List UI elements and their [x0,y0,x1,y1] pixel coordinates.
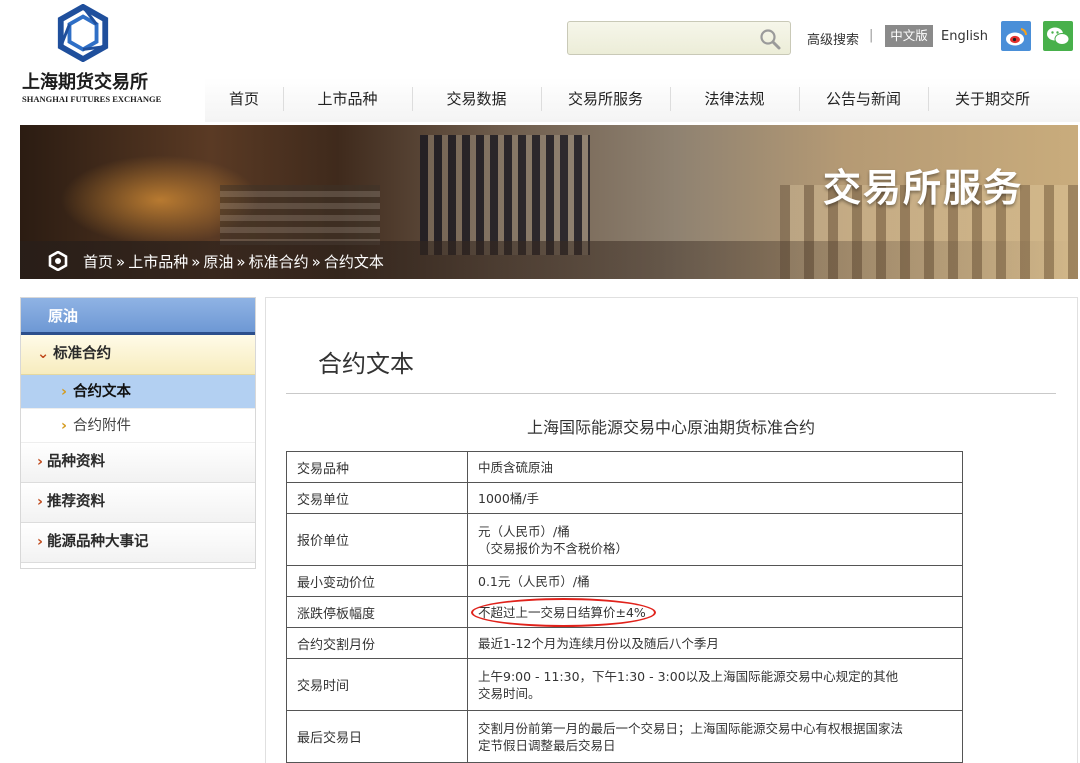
header-separator: | [869,28,874,43]
location-icon [48,251,68,271]
exchange-logo-icon [57,4,109,62]
table-value: 不超过上一交易日结算价±4% [467,596,963,628]
table-value: 最近1-12个月为连续月份以及随后八个季月 [467,627,963,659]
search-icon[interactable] [758,27,782,51]
breadcrumb-crude-oil[interactable]: 原油 [203,253,233,271]
highlight-circle-annotation: 不超过上一交易日结算价±4% [471,597,656,627]
sidebar-item-energy-events[interactable]: › 能源品种大事记 [21,523,255,563]
table-value: 1000桶/手 [467,482,963,514]
nav-exchange-services[interactable]: 交易所服务 [541,78,670,122]
weibo-icon[interactable] [1001,21,1031,51]
sidebar-group-standard-contract[interactable]: ⌄ 标准合约 [21,335,255,375]
nav-listed-products[interactable]: 上市品种 [283,78,412,122]
table-key: 涨跌停板幅度 [286,596,468,628]
table-row: 最后交易日 交割月份前第一月的最后一个交易日；上海国际能源交易中心有权根据国家法… [286,710,963,763]
banner-image-staff [420,135,590,255]
table-row: 报价单位 元（人民币）/桶 （交易报价为不含税价格） [286,513,963,566]
language-english-link[interactable]: English [941,29,988,44]
sidebar-item-label: 能源品种大事记 [46,534,149,550]
table-value: 中质含硫原油 [467,451,963,483]
logo-english-name: SHANGHAI FUTURES EXCHANGE [22,94,162,104]
breadcrumb-listed-products[interactable]: 上市品种 [128,253,188,271]
wechat-icon[interactable] [1043,21,1073,51]
nav-announcements-news[interactable]: 公告与新闻 [799,78,928,122]
sidebar-group-label: 标准合约 [53,346,112,362]
sidebar-item-label: 合约附件 [72,418,131,434]
banner-title: 交易所服务 [823,166,1024,210]
sidebar-item-contract-text[interactable]: › 合约文本 [21,375,255,409]
breadcrumb-contract-text: 合约文本 [323,253,384,271]
nav-about-exchange[interactable]: 关于期交所 [928,78,1057,122]
site-logo[interactable]: 上海期货交易所 SHANGHAI FUTURES EXCHANGE [20,4,161,104]
search-box [567,21,791,55]
main-nav: 首页 上市品种 交易数据 交易所服务 法律法规 公告与新闻 关于期交所 [205,78,1080,122]
logo-chinese-name: 上海期货交易所 [22,72,148,93]
search-input[interactable] [576,28,746,48]
table-value: 元（人民币）/桶 （交易报价为不含税价格） [467,513,963,566]
table-row: 交易单位 1000桶/手 [286,482,963,514]
table-row: 最小变动价位 0.1元（人民币）/桶 [286,565,963,597]
breadcrumb: 首页» 上市品种» 原油» 标准合约» 合约文本 [20,241,1078,279]
nav-home[interactable]: 首页 [205,78,283,122]
chevron-right-icon: › [37,534,43,550]
main-content: 合约文本 上海国际能源交易中心原油期货标准合约 交易品种 中质含硫原油 交易单位… [265,297,1078,763]
table-row-price-limit: 涨跌停板幅度 不超过上一交易日结算价±4% [286,596,963,628]
site-header: 上海期货交易所 SHANGHAI FUTURES EXCHANGE 高级搜索 |… [0,0,1080,122]
chevron-right-icon: › [61,418,67,434]
table-key: 合约交割月份 [286,627,468,659]
table-key: 最小变动价位 [286,565,468,597]
nav-trading-data[interactable]: 交易数据 [412,78,541,122]
sidebar-item-label: 品种资料 [46,454,105,470]
table-key: 报价单位 [286,513,468,566]
table-key: 交易单位 [286,482,468,514]
table-key: 最后交易日 [286,710,468,763]
language-chinese-button[interactable]: 中文版 [885,25,933,47]
table-value: 交割月份前第一月的最后一个交易日；上海国际能源交易中心有权根据国家法 定节假日调… [467,710,963,763]
table-key: 交易品种 [286,451,468,483]
contract-spec-table: 交易品种 中质含硫原油 交易单位 1000桶/手 报价单位 元（人民币）/桶 （… [286,451,963,763]
chevron-down-icon: ⌄ [37,346,50,362]
advanced-search-link[interactable]: 高级搜索 [807,29,859,48]
sidebar-item-label: 推荐资料 [46,494,105,510]
sidebar-item-recommended[interactable]: › 推荐资料 [21,483,255,523]
page-title: 合约文本 [318,350,414,378]
chevron-right-icon: › [61,384,67,400]
table-row: 交易时间 上午9:00 - 11:30，下午1:30 - 3:00以及上海国际能… [286,658,963,711]
table-value: 上午9:00 - 11:30，下午1:30 - 3:00以及上海国际能源交易中心… [467,658,963,711]
chevron-right-icon: › [37,454,43,470]
sidebar-item-contract-annex[interactable]: › 合约附件 [21,409,255,443]
sidebar: 原油 ⌄ 标准合约 › 合约文本 › 合约附件 › 品种资料 › 推荐资料 › 能源品种大事… [20,297,256,569]
title-divider [286,393,1056,394]
sidebar-item-product-info[interactable]: › 品种资料 [21,443,255,483]
table-key: 交易时间 [286,658,468,711]
table-row: 交易品种 中质含硫原油 [286,451,963,483]
banner-image-warehouse [220,185,380,245]
chevron-right-icon: › [37,494,43,510]
sidebar-item-label: 合约文本 [72,384,131,400]
table-value: 0.1元（人民币）/桶 [467,565,963,597]
sidebar-header: 原油 [21,298,255,335]
breadcrumb-standard-contract[interactable]: 标准合约 [249,253,309,271]
section-banner: 交易所服务 首页» 上市品种» 原油» 标准合约» 合约文本 [20,125,1078,279]
breadcrumb-home[interactable]: 首页 [83,253,113,271]
nav-laws-regulations[interactable]: 法律法规 [670,78,799,122]
document-title: 上海国际能源交易中心原油期货标准合约 [526,418,815,437]
table-row: 合约交割月份 最近1-12个月为连续月份以及随后八个季月 [286,627,963,659]
